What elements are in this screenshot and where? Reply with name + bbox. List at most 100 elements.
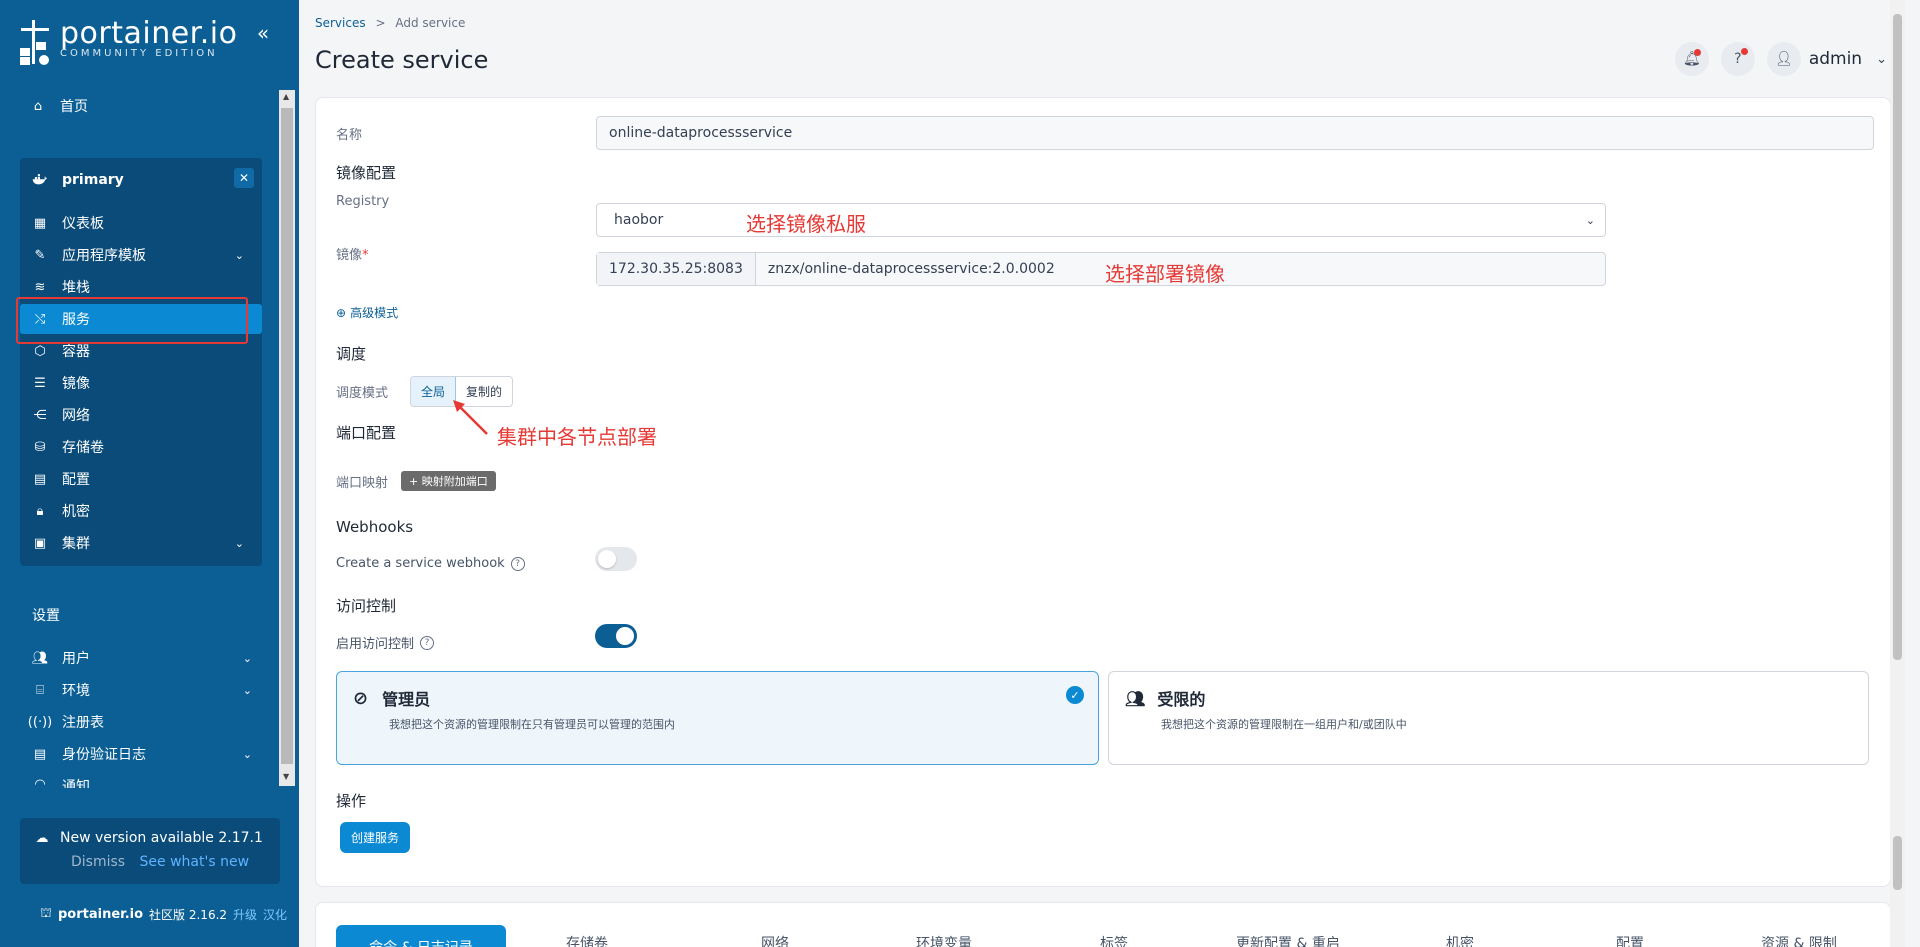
settings-item-0[interactable]: 👥︎ 用户 ⌄ — [32, 648, 252, 668]
webhooks-title: Webhooks — [336, 518, 414, 536]
environment-header[interactable]: primary — [32, 172, 124, 188]
header-actions: 🔔︎ ? 👤︎ admin ⌄ — [1663, 42, 1887, 76]
sidebar-item-label: 配置 — [62, 472, 90, 488]
tab-8[interactable]: 资源 & 限制 — [1761, 933, 1837, 947]
cluster-icon: ▣ — [33, 535, 47, 551]
help-icon[interactable]: ? — [420, 635, 435, 650]
annotation-arrow-icon — [453, 400, 488, 435]
settings-item-3[interactable]: ▤ 身份验证日志 ⌄ — [32, 744, 252, 764]
scheduling-global-button[interactable]: 全局 — [411, 377, 457, 406]
access-control-toggle[interactable] — [595, 624, 637, 648]
help-button[interactable]: ? — [1720, 42, 1755, 76]
scroll-up-icon[interactable]: ▲ — [283, 92, 289, 101]
chevron-down-icon: ⌄ — [234, 536, 244, 550]
scroll-down-icon[interactable]: ▼ — [283, 772, 289, 781]
advanced-mode-link[interactable]: ⊕ 高级模式 — [336, 304, 398, 321]
image-config-title: 镜像配置 — [336, 164, 397, 182]
sidebar-item-label: 集群 — [62, 536, 90, 552]
name-input[interactable]: online-dataprocessservice — [596, 116, 1874, 150]
sidebar-item-lock[interactable]: 🔒︎ 机密 — [32, 496, 256, 526]
settings-item-icon: ◠ — [34, 776, 46, 789]
scheduling-title: 调度 — [336, 345, 367, 363]
main-scrollbar[interactable] — [1890, 0, 1905, 947]
sidebar-item-label: 容器 — [62, 344, 90, 360]
help-icon: ? — [1734, 51, 1742, 67]
settings-item-label: 注册表 — [62, 715, 104, 731]
chevron-down-icon: ⌄ — [234, 248, 244, 262]
user-avatar[interactable]: 👤︎ — [1766, 42, 1801, 76]
settings-item-1[interactable]: ⌸ 环境 ⌄ — [32, 680, 252, 700]
tab-6[interactable]: 机密 — [1446, 933, 1474, 947]
webhook-label: Create a service webhook ? — [336, 556, 525, 571]
upgrade-link[interactable]: 升级 — [233, 906, 257, 923]
sidebar-item-database[interactable]: ⛁ 存储卷 — [32, 432, 256, 462]
notifications-button[interactable]: 🔔︎ — [1674, 42, 1709, 76]
sidebar-item-cluster[interactable]: ▣ 集群 ⌄ — [32, 528, 256, 558]
registry-annotation: 选择镜像私服 — [746, 212, 866, 236]
sidebar-item-label: 堆栈 — [62, 280, 90, 296]
chevron-down-icon: ⌄ — [242, 747, 252, 761]
portainer-small-icon: ⛫ — [40, 906, 52, 921]
tab-3[interactable]: 环境变量 — [916, 933, 972, 947]
scrollbar-thumb-secondary[interactable] — [1893, 836, 1902, 890]
registry-label: Registry — [336, 194, 390, 209]
port-config-title: 端口配置 — [336, 424, 397, 442]
webhook-toggle[interactable] — [595, 547, 637, 571]
sidebar-item-edit[interactable]: ✎ 应用程序模板 ⌄ — [32, 240, 256, 270]
sidebar-item-label: 首页 — [60, 99, 88, 115]
footer-version: 社区版 2.16.2 — [149, 908, 228, 922]
tab-5[interactable]: 更新配置 & 重启 — [1236, 933, 1340, 947]
sidebar-item-home[interactable]: ⌂ 首页 — [30, 96, 88, 116]
tab-1[interactable]: 存储卷 — [566, 933, 608, 947]
breadcrumb-current: Add service — [395, 16, 466, 30]
registry-value: haobor — [614, 212, 664, 228]
portainer-logo[interactable]: portainer.io COMMUNITY EDITION — [18, 18, 238, 66]
sidebar-scrollbar[interactable]: ▲ ▼ — [279, 90, 295, 786]
sidebar-item-dashboard[interactable]: ▦ 仪表板 — [32, 208, 256, 238]
sidebar-footer: ⛫ portainer.io 社区版 2.16.2 升级 汉化 — [38, 906, 287, 923]
access-control-title: 访问控制 — [336, 597, 397, 615]
whats-new-link[interactable]: See what's new — [140, 854, 249, 870]
option-description: 我想把这个资源的管理限制在只有管理员可以管理的范围内 — [389, 718, 675, 731]
settings-item-2[interactable]: ((·)) 注册表 — [28, 712, 252, 732]
scheduling-mode-label: 调度模式 — [336, 386, 389, 401]
create-service-button[interactable]: 创建服务 — [340, 822, 411, 853]
network-icon: ⋲ — [33, 407, 47, 423]
settings-item-label: 通知 — [62, 779, 90, 788]
sidebar-item-clipboard[interactable]: ▤ 配置 — [32, 464, 256, 494]
image-label: 镜像* — [336, 248, 369, 263]
page-title: Create service — [315, 46, 489, 74]
chevron-down-icon: ⌄ — [242, 651, 252, 665]
settings-item-icon: ▤ — [33, 746, 47, 762]
tab-2[interactable]: 网络 — [761, 933, 789, 947]
scheduling-annotation: 集群中各节点部署 — [497, 425, 657, 449]
scrollbar-thumb[interactable] — [281, 108, 293, 764]
user-name[interactable]: admin — [1809, 49, 1862, 69]
annotation-highlight-box — [16, 297, 248, 344]
lock-icon: 🔒︎ — [36, 503, 44, 519]
localize-link[interactable]: 汉化 — [263, 906, 287, 923]
settings-item-4[interactable]: ◠ 通知 — [32, 776, 252, 789]
restricted-option-card[interactable]: 👥︎ 受限的 我想把这个资源的管理限制在一组用户和/或团队中 — [1108, 671, 1869, 765]
administrators-option-card[interactable]: ⊘ 管理员 我想把这个资源的管理限制在只有管理员可以管理的范围内 ✓ — [336, 671, 1099, 765]
tab-0[interactable]: 命令 & 日志记录 — [336, 925, 506, 947]
image-input[interactable]: 172.30.35.25:8083 znzx/online-dataproces… — [596, 252, 1606, 286]
layers-icon: ≋ — [34, 279, 46, 295]
help-icon[interactable]: ? — [510, 556, 525, 571]
users-icon: 👥︎ — [1125, 688, 1146, 708]
sidebar-item-list[interactable]: ☰ 镜像 — [32, 368, 256, 398]
dismiss-link[interactable]: Dismiss — [71, 854, 125, 870]
scrollbar-thumb[interactable] — [1893, 14, 1902, 660]
tab-4[interactable]: 标签 — [1100, 933, 1128, 947]
user-icon: 👤︎ — [1774, 51, 1793, 67]
option-title: 管理员 — [382, 690, 431, 709]
collapse-sidebar-button[interactable]: « — [250, 20, 276, 46]
settings-item-icon: ⌸ — [36, 682, 44, 698]
add-port-mapping-button[interactable]: + 映射附加端口 — [401, 471, 496, 491]
breadcrumb-services-link[interactable]: Services — [315, 16, 366, 30]
chevron-down-icon[interactable]: ⌄ — [1876, 52, 1887, 67]
home-icon: ⌂ — [33, 98, 43, 114]
sidebar-item-network[interactable]: ⋲ 网络 — [32, 400, 256, 430]
close-environment-button[interactable]: ✕ — [234, 168, 254, 188]
tab-7[interactable]: 配置 — [1616, 933, 1644, 947]
